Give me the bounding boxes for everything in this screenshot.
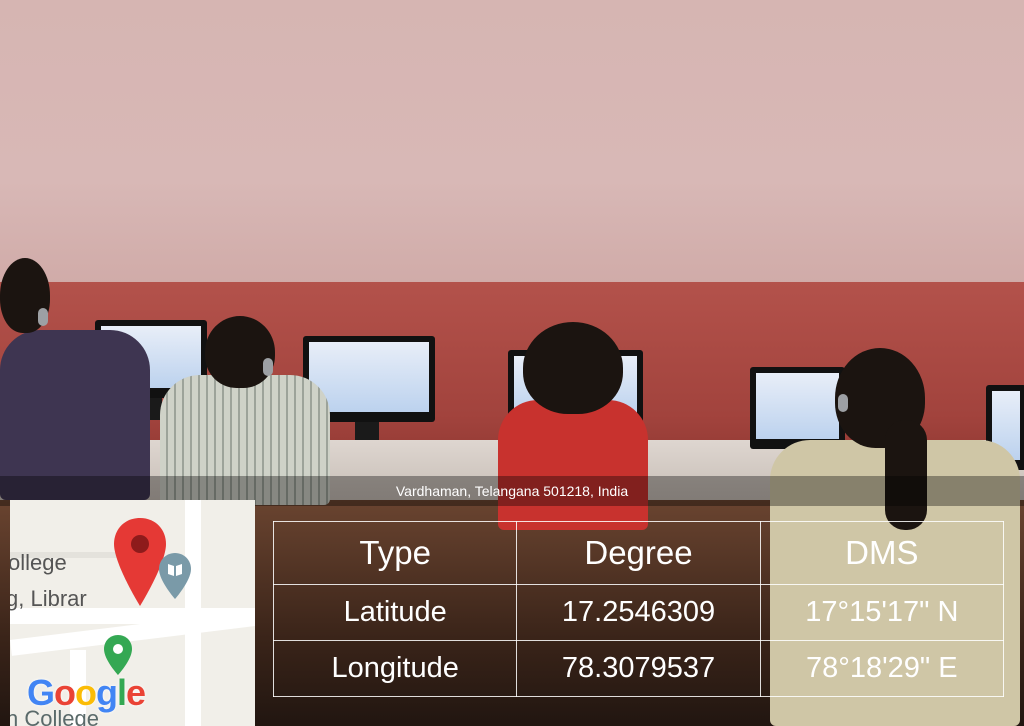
row-label: Longitude [272,640,518,697]
latitude-dms: 17°15'17" N [759,584,1005,642]
green-location-pin-icon [104,635,132,675]
library-pin-icon [159,553,191,599]
longitude-degree: 78.3079537 [516,640,761,697]
map-label: g, Librar [10,586,87,611]
row-label: Latitude [272,584,518,642]
header-degree: Degree [516,520,761,586]
longitude-dms: 78°18'29" E [759,640,1005,697]
map-label: ollege [10,550,67,575]
header-type: Type [272,520,518,586]
latitude-degree: 17.2546309 [516,584,761,642]
coordinates-table: Type Degree DMS Latitude 17.2546309 17°1… [272,520,1005,697]
google-logo: Google [27,672,146,713]
table-row: Latitude 17.2546309 17°15'17" N [272,584,1005,642]
table-row: Longitude 78.3079537 78°18'29" E [272,640,1005,697]
table-header-row: Type Degree DMS [272,520,1005,586]
wall [0,0,1024,300]
monitor [750,367,845,449]
map-thumbnail[interactable]: ollege g, Librar n College Google [10,500,255,726]
header-dms: DMS [759,520,1005,586]
